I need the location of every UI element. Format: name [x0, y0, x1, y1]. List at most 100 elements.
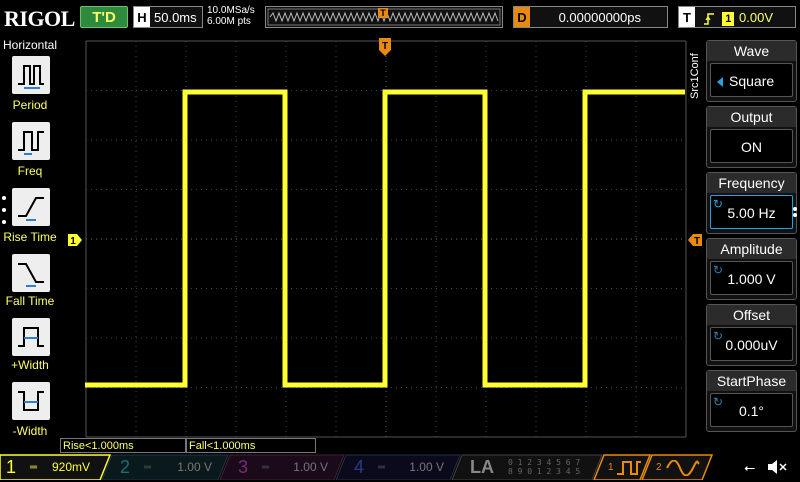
rigol-logo: RIGOL	[4, 6, 75, 31]
ch1-marker-label: 1	[70, 236, 76, 246]
delay-tag: D	[514, 7, 530, 27]
fall-measurement[interactable]: Fall<1.000ms	[186, 438, 316, 453]
frequency-title: Frequency	[707, 173, 796, 193]
knob-icon: ↻	[713, 329, 724, 343]
wave-value: Square	[729, 73, 775, 89]
usb-icon: ⭠	[744, 459, 756, 475]
ch1-number: 1	[6, 457, 17, 477]
rise-time-icon	[18, 197, 44, 221]
left-arrow-icon	[717, 77, 723, 88]
dc-coupling-icon: ═	[144, 462, 152, 473]
timebase-tag: H	[134, 7, 150, 27]
selection-dot	[793, 213, 797, 217]
positive-width-icon	[18, 327, 44, 347]
period-button[interactable]	[12, 56, 50, 94]
amplitude-panel[interactable]: Amplitude 1.000 V ↻	[706, 238, 797, 300]
trigger-level-marker[interactable]: T	[688, 233, 702, 247]
trigger-position-strip[interactable]: T	[265, 6, 503, 28]
fall-time-label: Fall Time	[5, 294, 55, 308]
rise-time-button[interactable]	[12, 188, 50, 226]
trigger-marker: T	[380, 8, 386, 18]
trigger-indicator[interactable]: T 1 0.00V	[678, 6, 796, 28]
output-value[interactable]: ON	[710, 129, 793, 163]
la-label: LA	[470, 457, 494, 477]
amplitude-title: Amplitude	[707, 239, 796, 259]
ch1-waveform	[85, 89, 685, 388]
timebase-indicator[interactable]: H 50.0ms	[133, 6, 203, 28]
wave-value-box[interactable]: Square	[710, 63, 793, 97]
trigger-tag: T	[679, 7, 695, 27]
source2-tab[interactable]: 2	[652, 455, 706, 480]
waveform-overview: T	[267, 8, 501, 26]
mute-icon[interactable]	[766, 457, 790, 477]
rise-time-label: Rise Time	[3, 230, 57, 244]
offset-panel[interactable]: Offset 0.000uV ↻	[706, 304, 797, 366]
rise-measurement[interactable]: Rise<1.000ms	[60, 438, 186, 453]
selection-dot	[2, 208, 6, 212]
negative-width-button[interactable]	[12, 382, 50, 420]
ch2-tab[interactable]: 2 ═ 1.00 V	[112, 455, 220, 480]
sine-wave-icon	[666, 460, 700, 476]
selection-dot	[2, 196, 6, 200]
fall-time-button[interactable]	[12, 254, 50, 292]
positive-width-label: +Width	[11, 358, 49, 372]
freq-button[interactable]	[12, 122, 50, 160]
sample-info: 10.0MSa/s 6.00M pts	[207, 5, 255, 27]
run-status-badge[interactable]: T'D	[80, 6, 128, 28]
ch3-number: 3	[238, 457, 249, 477]
wave-panel[interactable]: Wave Square	[706, 40, 797, 102]
wave-title: Wave	[707, 41, 796, 61]
knob-icon: ↻	[713, 197, 724, 211]
source-config-tab[interactable]: Src1Conf	[689, 44, 705, 108]
la-bits-bottom: 8 9 0 1 2 3 4 5	[508, 467, 581, 476]
ch4-tab[interactable]: 4 ═ 1.00 V	[346, 455, 452, 480]
ch1-scale: 920mV	[51, 460, 90, 474]
ch2-scale: 1.00 V	[177, 460, 212, 474]
trigger-top-label: T	[382, 41, 388, 52]
negative-width-label: -Width	[12, 424, 48, 438]
ch3-tab[interactable]: 3 ═ 1.00 V	[230, 455, 336, 480]
delay-value: 0.00000000ps	[558, 10, 641, 25]
output-panel[interactable]: Output ON	[706, 106, 797, 168]
offset-title: Offset	[707, 305, 796, 325]
selection-dot	[793, 207, 797, 211]
start-phase-title: StartPhase	[707, 371, 796, 391]
start-phase-panel[interactable]: StartPhase 0.1° ↻	[706, 370, 797, 432]
memory-depth: 6.00M pts	[207, 16, 251, 27]
ch1-tab[interactable]: 1 ═ 920mV	[0, 455, 100, 480]
dc-coupling-icon: ═	[378, 462, 386, 473]
rising-edge-icon	[703, 12, 714, 25]
selection-dot	[2, 220, 6, 224]
la-bits-top: 0 1 2 3 4 5 6 7	[508, 458, 581, 467]
output-title: Output	[707, 107, 796, 127]
ch2-number: 2	[120, 457, 131, 477]
frequency-panel[interactable]: Frequency 5.00 Hz ↻	[706, 172, 797, 234]
la-tab[interactable]: LA 0 1 2 3 4 5 6 7 8 9 0 1 2 3 4 5	[464, 455, 594, 480]
horizontal-menu-title: Horizontal	[2, 38, 58, 52]
negative-width-icon	[18, 391, 44, 411]
source2-number: 2	[656, 462, 662, 473]
trigger-channel: 1	[722, 11, 735, 26]
sample-rate: 10.0MSa/s	[207, 5, 255, 16]
period-icon	[18, 65, 44, 89]
source1-number: 1	[608, 462, 614, 473]
positive-width-button[interactable]	[12, 318, 50, 356]
ch3-scale: 1.00 V	[293, 460, 328, 474]
fall-time-icon	[18, 263, 44, 287]
source1-tab[interactable]: 1	[604, 455, 644, 480]
knob-icon: ↻	[713, 263, 724, 277]
waveform-grid[interactable]	[85, 40, 688, 438]
dc-coupling-icon: ═	[262, 462, 270, 473]
ch4-scale: 1.00 V	[409, 460, 444, 474]
ch4-number: 4	[354, 457, 365, 477]
knob-icon: ↻	[713, 395, 724, 409]
timebase-value: 50.0ms	[154, 10, 197, 25]
ch1-offset-marker[interactable]: 1	[68, 233, 82, 247]
trigger-level-label: T	[694, 236, 700, 246]
freq-icon	[18, 131, 44, 155]
trigger-position-marker[interactable]: T	[379, 38, 391, 56]
trigger-level: 0.00V	[739, 10, 773, 25]
period-label: Period	[12, 98, 48, 112]
dc-coupling-icon: ═	[30, 462, 38, 473]
delay-indicator[interactable]: D 0.00000000ps	[513, 6, 668, 28]
